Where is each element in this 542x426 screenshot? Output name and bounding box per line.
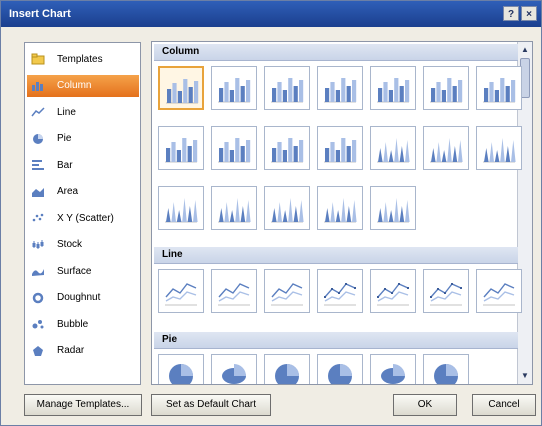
3d-clustered-column-chart-icon[interactable]	[317, 66, 363, 110]
pie-of-pie-chart-icon[interactable]	[264, 354, 310, 384]
sidebar-item-label: Pie	[57, 133, 72, 144]
stacked-line-with-markers-chart-icon[interactable]	[370, 269, 416, 313]
exploded-pie-chart-icon[interactable]	[317, 354, 363, 384]
stacked-column-chart-icon[interactable]	[211, 66, 257, 110]
chart-type-list: Templates Column Line Pie Bar Area X Y (Scatte…	[24, 42, 141, 385]
line-chart-icon	[31, 106, 45, 118]
sidebar-item-bubble[interactable]: Bubble	[27, 313, 139, 335]
manage-templates-button[interactable]: Manage Templates...	[24, 394, 142, 416]
line-with-markers-chart-icon[interactable]	[317, 269, 363, 313]
area-chart-icon	[31, 186, 45, 198]
sidebar-item-label: Bar	[57, 159, 73, 171]
set-default-chart-button[interactable]: Set as Default Chart	[151, 394, 271, 416]
surface-chart-icon	[31, 265, 45, 277]
sidebar-item-area[interactable]: Area	[27, 181, 139, 203]
column-chart-icon	[31, 80, 45, 92]
clustered-cone-chart-icon[interactable]	[370, 126, 416, 170]
title-bar-buttons: ? ×	[503, 6, 537, 21]
clustered-column-chart-icon[interactable]	[158, 66, 204, 110]
scroll-up-icon[interactable]: ▲	[519, 43, 531, 57]
3d-line-chart-icon[interactable]	[476, 269, 522, 313]
insert-chart-dialog: Insert Chart ? × Templates Column Line Pie B…	[0, 0, 542, 426]
section-header-column: Column	[154, 44, 518, 61]
sidebar-item-label: Stock	[57, 239, 83, 250]
section-title: Line	[162, 249, 183, 260]
section-header-line: Line	[154, 247, 518, 264]
section-title: Column	[162, 46, 200, 57]
stacked-line-chart-icon[interactable]	[211, 269, 257, 313]
section-header-pie: Pie	[154, 332, 518, 349]
3d-pyramid-chart-icon[interactable]	[370, 186, 416, 230]
line-chart-icon[interactable]	[158, 269, 204, 313]
close-button[interactable]: ×	[521, 6, 537, 21]
sidebar-item-label: Doughnut	[57, 292, 101, 303]
sidebar-item-stock[interactable]: Stock	[27, 234, 139, 256]
100-stacked-line-with-markers-chart-icon[interactable]	[423, 269, 469, 313]
100-stacked-column-chart-icon[interactable]	[264, 66, 310, 110]
clustered-pyramid-chart-icon[interactable]	[211, 186, 257, 230]
bar-of-pie-chart-icon[interactable]	[423, 354, 469, 384]
3d-cylinder-chart-icon[interactable]	[317, 126, 363, 170]
3d-stacked-column-chart-icon[interactable]	[370, 66, 416, 110]
3d-pie-chart-icon[interactable]	[211, 354, 257, 384]
scatter-chart-icon	[31, 212, 45, 224]
section-title: Pie	[162, 334, 178, 345]
sidebar-item-line[interactable]: Line	[27, 101, 139, 123]
doughnut-chart-icon	[31, 292, 45, 304]
sidebar-item-templates[interactable]: Templates	[27, 48, 139, 70]
3d-100-stacked-column-chart-icon[interactable]	[423, 66, 469, 110]
title-bar: Insert Chart ? ×	[1, 1, 541, 27]
stacked-cylinder-chart-icon[interactable]	[211, 126, 257, 170]
sidebar-item-label: Bubble	[57, 318, 89, 330]
folder-icon	[31, 53, 45, 65]
sidebar-item-radar[interactable]: Radar	[27, 340, 139, 362]
sidebar-item-label: Templates	[57, 53, 103, 65]
sidebar-item-label: Line	[57, 106, 76, 118]
scroll-down-icon[interactable]: ▼	[519, 369, 531, 383]
chart-subtype-gallery: ▲ ▼ Column Line Pie	[151, 41, 533, 385]
pie-chart-icon	[31, 133, 45, 145]
sidebar-item-label: Column	[57, 80, 92, 91]
stacked-pyramid-chart-icon[interactable]	[264, 186, 310, 230]
3d-cone-chart-icon[interactable]	[158, 186, 204, 230]
cancel-button[interactable]: Cancel	[472, 394, 536, 416]
dialog-title: Insert Chart	[9, 8, 71, 20]
ok-button[interactable]: OK	[393, 394, 457, 416]
sidebar-item-bar[interactable]: Bar	[27, 154, 139, 176]
sidebar-item-doughnut[interactable]: Doughnut	[27, 287, 139, 309]
100-stacked-pyramid-chart-icon[interactable]	[317, 186, 363, 230]
bubble-chart-icon	[31, 318, 45, 330]
sidebar-item-label: Area	[57, 186, 79, 197]
100-stacked-cylinder-chart-icon[interactable]	[264, 126, 310, 170]
sidebar-item-x-y-scatter[interactable]: X Y (Scatter)	[27, 207, 139, 229]
sidebar-item-label: Radar	[57, 345, 85, 356]
bar-chart-icon	[31, 159, 45, 171]
sidebar-item-label: X Y (Scatter)	[57, 212, 114, 224]
pie-chart-icon[interactable]	[158, 354, 204, 384]
sidebar-item-label: Surface	[57, 265, 92, 277]
sidebar-item-surface[interactable]: Surface	[27, 260, 139, 282]
stacked-cone-chart-icon[interactable]	[423, 126, 469, 170]
sidebar-item-column[interactable]: Column	[27, 74, 139, 97]
3d-column-chart-icon[interactable]	[476, 66, 522, 110]
stock-chart-icon	[31, 239, 45, 251]
clustered-cylinder-chart-icon[interactable]	[158, 126, 204, 170]
help-button[interactable]: ?	[503, 6, 519, 21]
radar-chart-icon	[31, 345, 45, 357]
sidebar-item-pie[interactable]: Pie	[27, 128, 139, 150]
100-stacked-cone-chart-icon[interactable]	[476, 126, 522, 170]
100-stacked-line-chart-icon[interactable]	[264, 269, 310, 313]
3d-exploded-pie-chart-icon[interactable]	[370, 354, 416, 384]
